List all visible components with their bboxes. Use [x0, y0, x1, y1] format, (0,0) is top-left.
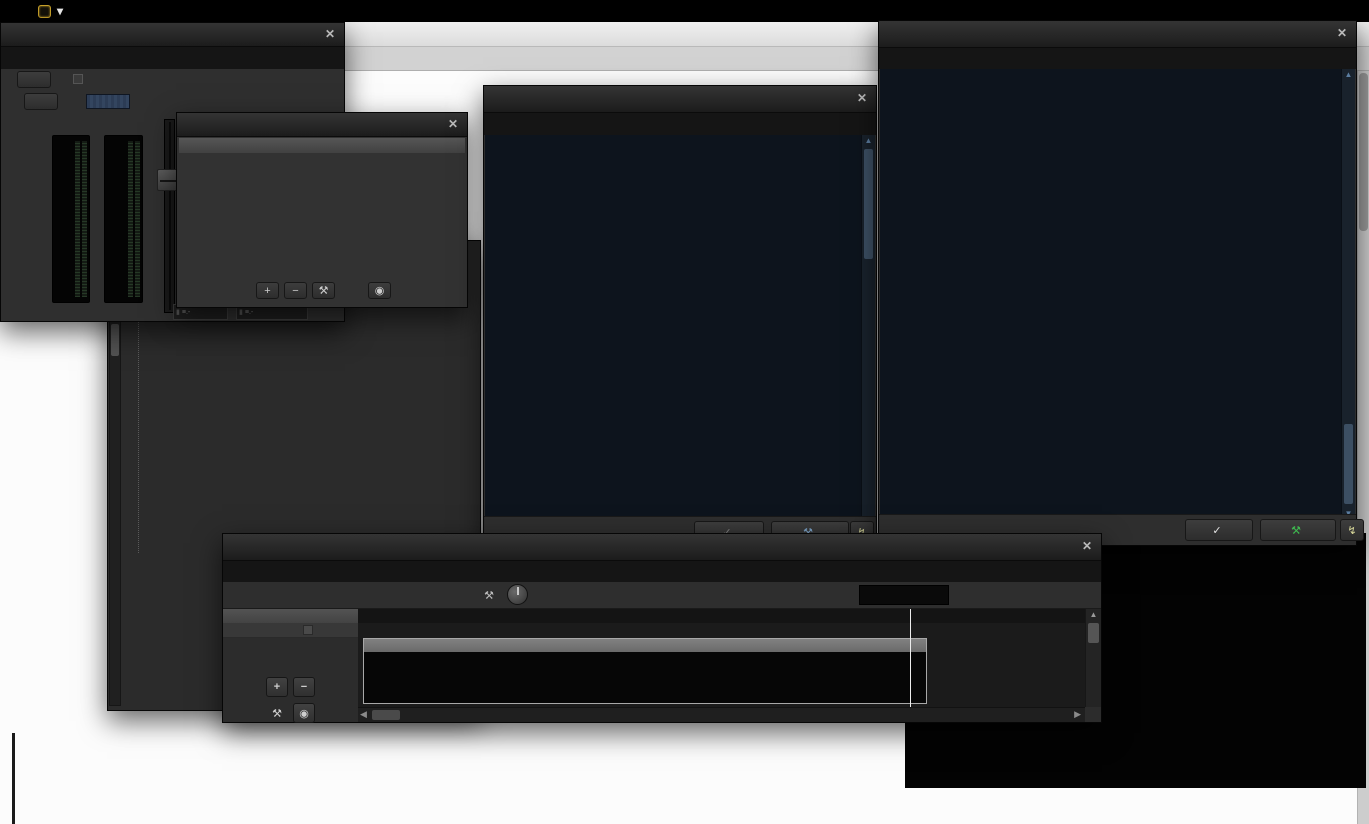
timeline-left-panel: + −	[223, 638, 358, 707]
firefox-window-edge	[12, 733, 15, 824]
level-meter-right	[104, 135, 143, 303]
track-settings-button[interactable]: ⚒	[266, 703, 288, 723]
playhead-ruler-mark	[910, 609, 911, 623]
apply-button[interactable]: ✓	[1185, 519, 1253, 541]
edit-attribute-button[interactable]: ⚒	[312, 282, 335, 299]
remove-track-button[interactable]: −	[293, 677, 315, 697]
scroll-left-icon[interactable]: ◀	[360, 709, 367, 720]
add-attribute-button[interactable]: +	[256, 282, 279, 299]
audio-stop-button[interactable]	[24, 93, 58, 110]
sensors-start-button[interactable]	[17, 71, 51, 88]
remove-attribute-button[interactable]: −	[284, 282, 307, 299]
timeline-hscrollbar[interactable]: ◀ ▶	[358, 707, 1085, 722]
code-editor[interactable]	[485, 135, 861, 517]
time-display	[859, 585, 949, 605]
sonogram	[364, 652, 926, 703]
dump-checkbox[interactable]	[73, 74, 83, 84]
gnome-top-bar: ▾	[0, 0, 1369, 22]
find-pauses-titlebar[interactable]: ✕	[484, 86, 876, 113]
check-icon: ✓	[1212, 524, 1221, 537]
compile-button[interactable]: ⚒	[1260, 519, 1336, 541]
audio-region[interactable]	[363, 638, 927, 704]
firefox-scrollbar-thumb[interactable]	[1359, 73, 1368, 231]
close-icon[interactable]: ✕	[857, 92, 867, 104]
track-header-row	[223, 609, 358, 623]
region-title[interactable]	[364, 639, 926, 652]
playhead[interactable]	[910, 623, 911, 707]
close-icon[interactable]: ✕	[1337, 27, 1347, 39]
mellite-titlebar[interactable]: ✕	[1, 23, 344, 47]
done-code-window: ✕ ▲ ▼ ✓ ⚒ ↯	[878, 20, 1357, 546]
close-icon[interactable]: ✕	[1082, 540, 1092, 552]
timeline-ruler[interactable]	[358, 609, 1085, 623]
timeline-window: ✕ ⚒ + − ⚒ ◉ ▲ ◀	[222, 533, 1102, 723]
tree-guide-line	[138, 307, 139, 553]
hammer-icon: ⚒	[1291, 524, 1301, 537]
mellite-logo	[38, 5, 51, 18]
mellite-menubar	[1, 47, 344, 69]
code-scrollbar[interactable]: ▲	[861, 135, 875, 517]
timeline-lanes[interactable]	[358, 623, 1085, 707]
volume-fader-track[interactable]	[164, 119, 175, 313]
tree-scrollbar-thumb[interactable]	[111, 324, 119, 356]
track-mute-checkbox[interactable]	[303, 625, 313, 635]
view-attribute-button[interactable]: ◉	[368, 282, 391, 299]
scroll-right-icon[interactable]: ▶	[1074, 709, 1081, 720]
timeline-knob[interactable]	[507, 584, 528, 605]
execute-button[interactable]: ↯	[1340, 519, 1364, 541]
code-scrollbar[interactable]: ▲ ▼	[1341, 69, 1355, 519]
find-pauses-code-window: ✕ ▲ ✓ ⚒ ↯	[483, 85, 877, 548]
attributes-table-header	[179, 138, 465, 153]
timeline-toolbar: ⚒	[223, 582, 1101, 609]
timeline-settings-button[interactable]: ⚒	[479, 585, 499, 605]
timeline-vscrollbar[interactable]: ▲	[1085, 609, 1101, 707]
attributes-titlebar[interactable]: ✕	[177, 113, 467, 137]
code-editor[interactable]	[880, 69, 1341, 519]
timeline-titlebar[interactable]: ✕	[223, 534, 1101, 561]
attributes-window: ✕ + − ⚒ ◉	[176, 112, 468, 308]
app-menu-button[interactable]: ▾	[57, 4, 63, 18]
tree-scrollbar[interactable]	[109, 313, 121, 706]
close-icon[interactable]: ✕	[325, 28, 335, 40]
add-track-button[interactable]: +	[266, 677, 288, 697]
dsp-load-meter	[86, 94, 130, 109]
track-view-button[interactable]: ◉	[293, 703, 315, 723]
done-menubar	[879, 48, 1356, 69]
level-meter-left	[52, 135, 90, 303]
done-titlebar[interactable]: ✕	[879, 21, 1356, 48]
track-row[interactable]	[223, 623, 358, 638]
timeline-menubar	[223, 561, 1101, 582]
hscroll-thumb[interactable]	[372, 710, 400, 720]
find-pauses-menubar	[484, 113, 876, 135]
close-icon[interactable]: ✕	[448, 118, 458, 130]
